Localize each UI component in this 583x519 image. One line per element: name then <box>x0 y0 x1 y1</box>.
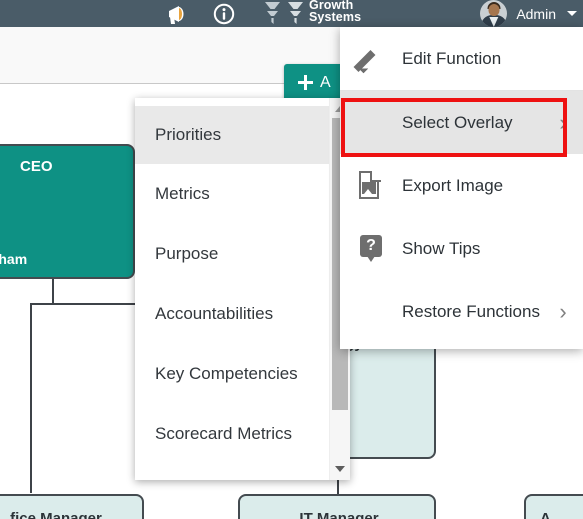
menu-item-label: Show Tips <box>402 238 481 258</box>
connector-line <box>30 303 32 493</box>
user-name-label: Admin <box>516 5 556 22</box>
overlay-option-scorecard-metrics[interactable]: Scorecard Metrics <box>135 404 330 464</box>
org-node-title: IT Manager <box>299 510 379 519</box>
funnel-logo <box>264 0 304 25</box>
user-avatar[interactable] <box>480 0 508 27</box>
menu-item-restore-functions[interactable]: Restore Functions › <box>340 280 583 343</box>
plus-icon <box>298 75 313 90</box>
connector-line <box>52 303 148 305</box>
brand-name: Growth Systems <box>309 0 361 24</box>
avatar-head <box>488 4 500 16</box>
overlay-option-metrics[interactable]: Metrics <box>135 164 330 224</box>
image-file-icon <box>340 170 402 201</box>
overlay-option-label: Accountabilities <box>155 304 274 323</box>
menu-item-label: Restore Functions <box>402 301 540 321</box>
overlay-option-list: Priorities Metrics Purpose Accountabilit… <box>135 98 330 480</box>
brand-line-2: Systems <box>309 10 362 24</box>
org-node-title: CEO <box>20 158 53 175</box>
overlay-option-purpose[interactable]: Purpose <box>135 224 330 284</box>
menu-item-label: Export Image <box>402 175 504 195</box>
top-navigation-bar: Growth Systems Admin <box>0 0 583 27</box>
overlay-option-label: Key Competencies <box>155 364 298 383</box>
brand-logo[interactable]: Growth Systems <box>264 0 361 27</box>
org-node-ceo[interactable]: CEO an Graham <box>0 144 135 279</box>
menu-item-label: Edit Function <box>402 48 502 68</box>
overlay-option-label: Metrics <box>155 184 210 203</box>
user-menu[interactable]: Admin <box>480 0 577 27</box>
menu-item-select-overlay[interactable]: Select Overlay › <box>340 91 583 154</box>
connector-line <box>52 279 54 305</box>
function-context-menu[interactable]: Edit Function Select Overlay › Export Im… <box>340 27 583 349</box>
overlay-option-accountabilities[interactable]: Accountabilities <box>135 284 330 344</box>
menu-item-export-image[interactable]: Export Image <box>340 154 583 217</box>
org-node-title: fice Manager <box>10 510 102 519</box>
chevron-down-icon[interactable] <box>567 11 577 16</box>
nav-icon-group <box>155 0 247 27</box>
pencil-icon <box>340 46 402 72</box>
chevron-right-icon: › <box>559 298 567 324</box>
org-node-right-partial[interactable]: A <box>524 494 583 519</box>
overlay-option-label: Scorecard Metrics <box>155 424 292 443</box>
org-node-person: an Graham <box>0 251 28 267</box>
megaphone-icon[interactable] <box>155 0 201 27</box>
add-button-label: A <box>320 73 331 91</box>
menu-item-label: Select Overlay <box>402 112 513 132</box>
select-overlay-submenu[interactable]: Priorities Metrics Purpose Accountabilit… <box>135 98 350 480</box>
overlay-option-priorities[interactable]: Priorities <box>135 106 330 164</box>
scroll-down-arrow[interactable] <box>330 460 350 478</box>
org-node-it-manager[interactable]: IT Manager <box>238 494 436 519</box>
info-circle-icon[interactable] <box>201 0 247 27</box>
chevron-right-icon: › <box>559 109 567 135</box>
overlay-option-key-competencies[interactable]: Key Competencies <box>135 344 330 404</box>
overlay-option-label: Priorities <box>155 125 222 144</box>
overlay-option-label: Purpose <box>155 244 219 263</box>
connector-line <box>30 303 54 305</box>
org-node-title: A <box>540 510 551 519</box>
menu-item-show-tips[interactable]: ? Show Tips <box>340 217 583 280</box>
menu-item-edit-function[interactable]: Edit Function <box>340 27 583 90</box>
org-node-office-manager[interactable]: fice Manager <box>0 494 144 519</box>
question-bubble-icon: ? <box>340 234 402 263</box>
